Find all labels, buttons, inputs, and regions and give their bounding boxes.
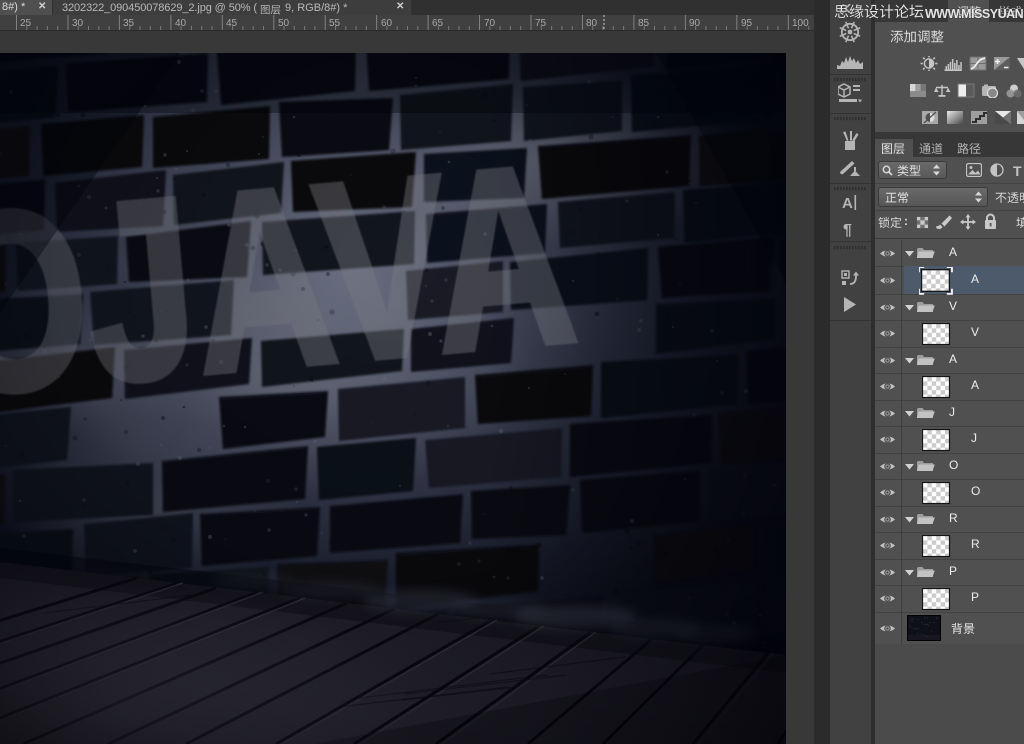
svg-text:75: 75 [535, 18, 547, 29]
svg-text:80: 80 [586, 18, 598, 29]
svg-text:WWW.MISSYUAN.COM.: WWW.MISSYUAN.COM. [925, 7, 1024, 21]
svg-text:65: 65 [432, 18, 444, 29]
svg-text:100: 100 [792, 18, 809, 29]
svg-text:45: 45 [226, 18, 238, 29]
svg-text:55: 55 [329, 18, 341, 29]
svg-text:35: 35 [123, 18, 135, 29]
svg-text:25: 25 [20, 18, 32, 29]
svg-text:90: 90 [689, 18, 701, 29]
svg-text:¶: ¶ [843, 222, 852, 238]
svg-text:A: A [842, 195, 853, 211]
